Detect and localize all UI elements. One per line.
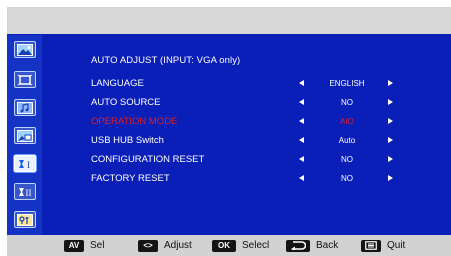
hint-adjust: <> Adjust (138, 239, 192, 252)
menu-row-configuration-reset[interactable]: CONFIGURATION RESET NO (42, 154, 451, 168)
hint-label: Back (316, 240, 339, 251)
title-bar (7, 7, 451, 34)
arrow-right-icon[interactable] (388, 137, 393, 143)
sidebar: I II (7, 35, 42, 235)
row-value: AIO (340, 117, 354, 126)
return-key-icon (286, 239, 310, 252)
row-label: CONFIGURATION RESET (91, 154, 205, 165)
arrow-left-icon[interactable] (299, 156, 304, 162)
row-value: ENGLISH (329, 79, 365, 88)
configuration-1-icon[interactable]: I (14, 155, 36, 172)
screen-icon[interactable] (14, 71, 36, 88)
pip-icon[interactable] (14, 127, 36, 144)
menu-key-icon (361, 239, 381, 252)
advanced-option-icon[interactable] (14, 211, 36, 228)
auto-adjust-item[interactable]: AUTO ADJUST (INPUT: VGA only) (91, 55, 240, 66)
arrow-right-icon[interactable] (388, 80, 393, 86)
hint-ok: OK Selecl (212, 239, 269, 252)
row-label: AUTO SOURCE (91, 97, 161, 108)
row-value: Auto (338, 136, 356, 145)
arrow-left-icon[interactable] (299, 137, 304, 143)
row-label: USB HUB Switch (91, 135, 164, 146)
row-label: FACTORY RESET (91, 173, 170, 184)
arrow-left-icon[interactable] (299, 99, 304, 105)
configuration-2-icon[interactable]: II (14, 183, 36, 200)
menu-row-operation-mode[interactable]: OPERATION MODE AIO (42, 116, 451, 130)
row-value: NO (341, 98, 353, 107)
settings-panel: AUTO ADJUST (INPUT: VGA only) LANGUAGE E… (42, 35, 451, 235)
menu-row-factory-reset[interactable]: FACTORY RESET NO (42, 173, 451, 187)
audio-icon[interactable] (14, 99, 36, 116)
arrow-right-icon[interactable] (388, 99, 393, 105)
menu-row-usb-hub-switch[interactable]: USB HUB Switch Auto (42, 135, 451, 149)
menu-row-auto-source[interactable]: AUTO SOURCE NO (42, 97, 451, 111)
hint-select: AV Sel (64, 239, 104, 252)
hint-quit: Quit (361, 239, 405, 252)
ok-key: OK (212, 239, 236, 252)
osd-menu: I II AUTO ADJUST (INPUT: VGA only) LANGU… (7, 7, 451, 256)
up-down-key-icon: AV (64, 239, 84, 252)
row-value: NO (341, 155, 353, 164)
svg-text:I: I (27, 160, 30, 170)
arrow-left-icon[interactable] (299, 175, 304, 181)
row-label: LANGUAGE (91, 78, 144, 89)
row-value: NO (341, 174, 353, 183)
hint-back: Back (286, 239, 338, 252)
row-label: OPERATION MODE (91, 116, 178, 127)
hint-label: Selecl (242, 240, 270, 251)
arrow-right-icon[interactable] (388, 156, 393, 162)
hint-label: Quit (387, 240, 406, 251)
hint-label: Adjust (164, 240, 192, 251)
svg-text:II: II (26, 188, 32, 198)
arrow-right-icon[interactable] (388, 175, 393, 181)
arrow-right-icon[interactable] (388, 118, 393, 124)
hint-label: Sel (90, 240, 105, 251)
picture-icon[interactable] (14, 41, 36, 58)
menu-row-language[interactable]: LANGUAGE ENGLISH (42, 78, 451, 92)
left-right-key-icon: <> (138, 239, 158, 252)
arrow-left-icon[interactable] (299, 118, 304, 124)
help-bar: AV Sel <> Adjust OK Selecl Back Quit (7, 235, 451, 256)
arrow-left-icon[interactable] (299, 80, 304, 86)
